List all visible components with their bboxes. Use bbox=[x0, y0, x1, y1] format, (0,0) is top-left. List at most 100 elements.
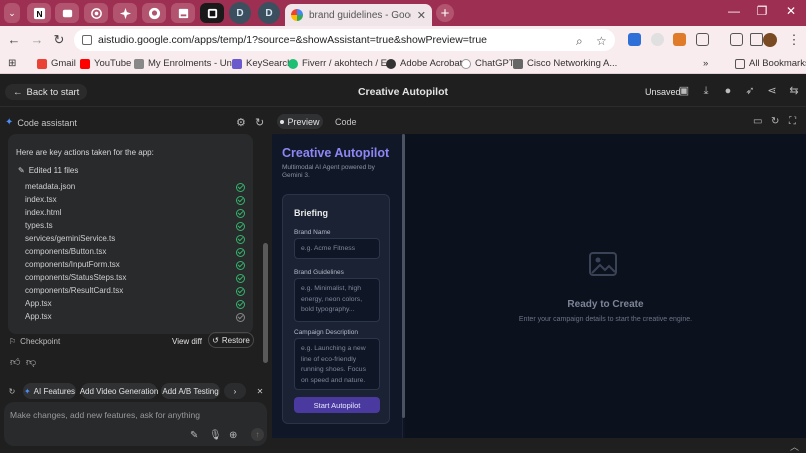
microphone-icon[interactable]: 🎙︎ bbox=[209, 430, 222, 441]
bookmark-chatgpt[interactable]: ChatGPT bbox=[461, 56, 515, 71]
pinned-tab-notion[interactable]: N bbox=[27, 3, 51, 23]
bookmark-keysearch[interactable]: KeySearch bbox=[232, 56, 292, 71]
chatgpt-icon bbox=[461, 58, 471, 69]
campaign-description-textarea[interactable]: e.g. Launching a new line of eco-friendl… bbox=[294, 338, 380, 390]
profile-avatar[interactable] bbox=[763, 33, 777, 47]
forward-arrow-icon[interactable]: → bbox=[29, 32, 45, 48]
pinned-tab-d-2[interactable]: D bbox=[258, 2, 280, 24]
pinned-tab-github[interactable] bbox=[142, 3, 166, 23]
extension-icon-1[interactable] bbox=[628, 33, 641, 46]
back-arrow-icon[interactable]: ← bbox=[6, 32, 22, 48]
save-icon[interactable]: ▣ bbox=[678, 85, 690, 97]
zoom-icon[interactable]: ⌕ bbox=[576, 34, 583, 49]
reload-preview-icon[interactable]: ↻ bbox=[771, 116, 779, 127]
apps-grid-icon[interactable]: ⊞ bbox=[8, 56, 16, 71]
bookmark-adobe[interactable]: Adobe Acrobat bbox=[386, 56, 462, 71]
more-bookmarks-icon[interactable]: » bbox=[703, 56, 708, 71]
reload-icon[interactable]: ↻ bbox=[51, 32, 67, 48]
device-preview-icon[interactable]: ▭ bbox=[753, 116, 762, 127]
suggestions-refresh-icon[interactable]: ↻ bbox=[6, 383, 18, 399]
thumbs-up-icon[interactable]: 👍︎ bbox=[10, 356, 20, 368]
thumbs-down-icon[interactable]: 👎︎ bbox=[26, 356, 36, 368]
tab-code[interactable]: Code bbox=[335, 117, 357, 127]
menu-dots-icon[interactable]: ⋮ bbox=[786, 32, 802, 48]
file-row[interactable]: App.tsx bbox=[25, 312, 245, 325]
file-row[interactable]: index.html bbox=[25, 208, 245, 221]
keysearch-icon bbox=[232, 58, 242, 69]
chip-add-ab-testing[interactable]: Add A/B Testing bbox=[161, 383, 220, 399]
file-row[interactable]: services/geminiService.ts bbox=[25, 234, 245, 247]
tab-search-chevron-icon[interactable]: ⌄ bbox=[4, 3, 20, 23]
download-icon[interactable]: ⤓ bbox=[700, 85, 712, 97]
flag-icon: ⚐ bbox=[9, 337, 17, 346]
bookmark-gmail[interactable]: Gmail bbox=[37, 56, 76, 71]
check-circle-icon bbox=[236, 313, 245, 322]
site-info-icon[interactable] bbox=[82, 35, 92, 45]
file-row[interactable]: components/Button.tsx bbox=[25, 247, 245, 260]
deploy-rocket-icon[interactable]: ➶ bbox=[744, 85, 756, 97]
active-tab[interactable]: brand guidelines - Google Sear ✕ bbox=[285, 4, 432, 26]
chips-next-icon[interactable]: › bbox=[224, 383, 246, 399]
pinned-tab-d-1[interactable]: D bbox=[229, 2, 251, 24]
all-bookmarks-label: All Bookmarks bbox=[749, 58, 806, 69]
brand-guidelines-textarea[interactable]: e.g. Minimalist, high energy, neon color… bbox=[294, 278, 380, 322]
start-autopilot-button[interactable]: Start Autopilot bbox=[294, 397, 380, 413]
file-row[interactable]: metadata.json bbox=[25, 182, 245, 195]
side-panel-icon[interactable] bbox=[730, 33, 743, 46]
github-icon[interactable]: ● bbox=[722, 85, 734, 97]
share-icon[interactable]: ⋖ bbox=[766, 85, 778, 97]
extension-icon-2[interactable] bbox=[651, 33, 664, 46]
view-diff-button[interactable]: View diff bbox=[172, 337, 202, 346]
brand-name-input[interactable]: e.g. Acme Fitness bbox=[294, 238, 380, 259]
edited-files-label: Edited 11 files bbox=[28, 166, 79, 175]
chip-ai-features[interactable]: ✦ AI Features bbox=[23, 383, 76, 399]
check-circle-icon bbox=[236, 183, 245, 192]
file-name: types.ts bbox=[25, 221, 53, 230]
collapse-chevron-icon[interactable]: ︿ bbox=[790, 440, 799, 453]
file-row[interactable]: components/ResultCard.tsx bbox=[25, 286, 245, 299]
send-icon[interactable]: ↑ bbox=[251, 428, 264, 441]
restore-button[interactable]: ↺ Restore bbox=[208, 332, 254, 348]
pinned-tab-board[interactable] bbox=[171, 3, 195, 23]
tab-preview[interactable]: Preview bbox=[277, 114, 323, 129]
download-icon[interactable] bbox=[750, 33, 763, 46]
bookmark-cisco[interactable]: Cisco Networking A... bbox=[513, 56, 617, 71]
assistant-scrollbar[interactable] bbox=[263, 243, 268, 363]
bookmark-enrolments[interactable]: My Enrolments - Un... bbox=[134, 56, 240, 71]
file-row[interactable]: App.tsx bbox=[25, 299, 245, 312]
toggle-panel-icon[interactable]: ⇆ bbox=[788, 85, 800, 97]
pinned-tab-app[interactable] bbox=[55, 3, 79, 23]
actions-intro: Here are key actions taken for the app: bbox=[16, 148, 154, 157]
bookmark-youtube[interactable]: YouTube bbox=[80, 56, 131, 71]
bookmark-star-icon[interactable]: ☆ bbox=[596, 34, 607, 48]
close-window-icon[interactable]: ✕ bbox=[781, 4, 801, 18]
bookmark-fiverr[interactable]: Fiverr / akohtech / E... bbox=[288, 56, 395, 71]
minimize-icon[interactable]: — bbox=[724, 4, 744, 18]
restore-window-icon[interactable]: ❐ bbox=[752, 4, 772, 18]
new-tab-button[interactable]: + bbox=[436, 4, 454, 22]
edited-files-summary: ✎ Edited 11 files bbox=[18, 166, 78, 175]
prompt-input[interactable]: Make changes, add new features, ask for … bbox=[4, 402, 267, 446]
file-row[interactable]: index.tsx bbox=[25, 195, 245, 208]
preview-sidebar: Creative Autopilot Multimodal AI Agent p… bbox=[272, 134, 403, 438]
active-tab-title: brand guidelines - Google Sear bbox=[309, 9, 411, 21]
refresh-icon[interactable]: ↻ bbox=[255, 116, 264, 129]
chips-close-icon[interactable]: ✕ bbox=[253, 383, 267, 399]
pinned-tab-ai-studio[interactable] bbox=[200, 3, 224, 23]
add-attachment-icon[interactable]: ⊕ bbox=[229, 430, 237, 441]
file-row[interactable]: components/InputForm.tsx bbox=[25, 260, 245, 273]
extension-icon-3[interactable] bbox=[673, 33, 686, 46]
settings-gear-icon[interactable]: ⚙ bbox=[236, 116, 246, 129]
magic-wand-icon[interactable]: ✎ bbox=[190, 430, 198, 441]
chip-add-video-generation[interactable]: Add Video Generation bbox=[80, 383, 158, 399]
all-bookmarks[interactable]: All Bookmarks bbox=[735, 56, 806, 71]
address-bar[interactable]: aistudio.google.com/apps/temp/1?source=&… bbox=[74, 29, 615, 51]
file-row[interactable]: types.ts bbox=[25, 221, 245, 234]
file-row[interactable]: components/StatusSteps.tsx bbox=[25, 273, 245, 286]
extensions-puzzle-icon[interactable] bbox=[696, 33, 709, 46]
openai-icon bbox=[90, 7, 102, 19]
pinned-tab-gemini[interactable] bbox=[113, 3, 137, 23]
pinned-tab-openai[interactable] bbox=[84, 3, 108, 23]
fullscreen-icon[interactable]: ⛶ bbox=[789, 116, 796, 127]
close-tab-icon[interactable]: ✕ bbox=[417, 9, 426, 22]
